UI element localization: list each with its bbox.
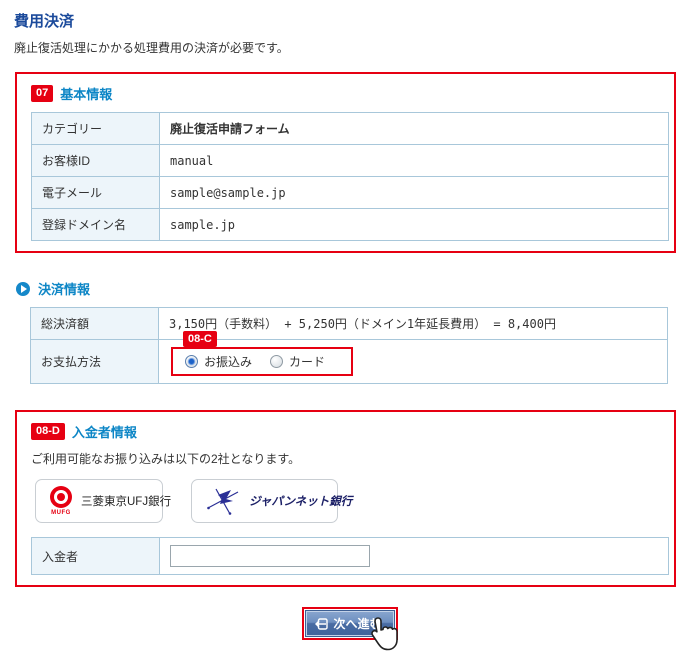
footer-actions: 次へ進む [0,607,700,640]
payer-info-section: 08-D 入金者情報 ご利用可能なお振り込みは以下の2社となります。 MUFG … [15,410,676,587]
row-label: 入金者 [32,538,160,575]
page-title: 費用決済 [14,10,700,31]
bank-card-mufg: MUFG 三菱東京UFJ銀行 [35,479,163,523]
step-badge-07: 07 [31,85,53,101]
table-row: 総決済額 3,150円（手数料） + 5,250円（ドメイン1年延長費用） = … [31,308,668,340]
radio-option-card[interactable]: カード [270,353,325,370]
payment-method-cell: 08-C お振込み カード [159,340,668,384]
step-badge-08d: 08-D [31,423,65,439]
bank-name: ジャパンネット銀行 [249,493,352,509]
mufg-ring-icon [50,486,72,508]
hand-cursor-icon [369,616,399,652]
payer-info-title: 入金者情報 [72,422,137,441]
basic-info-title: 基本情報 [60,84,112,103]
payer-name-input[interactable] [170,545,370,567]
basic-info-header: 07 基本情報 [31,84,662,103]
payment-info-table: 総決済額 3,150円（手数料） + 5,250円（ドメイン1年延長費用） = … [30,307,668,384]
table-row: 登録ドメイン名 sample.jp [32,209,669,241]
payer-info-header: 08-D 入金者情報 [31,422,662,441]
table-row: お支払方法 08-C お振込み カード [31,340,668,384]
radio-label: お振込み [204,353,252,370]
next-arrow-icon [314,618,328,630]
bank-logo-list: MUFG 三菱東京UFJ銀行 ジャパンネット銀行 [35,479,662,523]
payment-info-title: 決済情報 [38,279,90,298]
table-row: 電子メール sample@sample.jp [32,177,669,209]
step-badge-08c: 08-C [183,331,217,347]
section-arrow-icon [16,282,30,296]
row-value: 廃止復活申請フォーム [160,113,669,145]
payment-settlement-page: 費用決済 廃止復活処理にかかる処理費用の決済が必要です。 07 基本情報 カテゴ… [0,0,700,549]
japan-net-bank-logo [206,486,240,516]
basic-info-table: カテゴリー 廃止復活申請フォーム お客様ID manual 電子メール samp… [31,112,669,241]
radio-button-unchecked[interactable] [270,355,283,368]
payer-input-cell [160,538,669,575]
basic-info-section: 07 基本情報 カテゴリー 廃止復活申請フォーム お客様ID manual 電子… [15,72,676,253]
row-label: 電子メール [32,177,160,209]
radio-option-bank-transfer[interactable]: お振込み [185,353,252,370]
table-row: お客様ID manual [32,145,669,177]
bank-card-japan-net-bank: ジャパンネット銀行 [191,479,338,523]
payer-table: 入金者 [31,537,669,575]
mufg-logo: MUFG [50,486,72,516]
payment-method-highlight-box: お振込み カード [171,347,353,376]
total-settlement-value: 3,150円（手数料） + 5,250円（ドメイン1年延長費用） = 8,400… [159,308,668,340]
radio-label: カード [289,353,325,370]
row-label: お客様ID [32,145,160,177]
payment-info-header: 決済情報 [16,279,700,298]
available-banks-note: ご利用可能なお振り込みは以下の2社となります。 [31,450,662,467]
table-row: 入金者 [32,538,669,575]
payment-method-options: 08-C お振込み カード [171,347,353,376]
row-label: 登録ドメイン名 [32,209,160,241]
row-label: カテゴリー [32,113,160,145]
row-label: 総決済額 [31,308,159,340]
mufg-wordmark: MUFG [51,510,71,516]
row-value: sample.jp [160,209,669,241]
row-value: sample@sample.jp [160,177,669,209]
row-value: manual [160,145,669,177]
table-row: カテゴリー 廃止復活申請フォーム [32,113,669,145]
row-label: お支払方法 [31,340,159,384]
bank-name: 三菱東京UFJ銀行 [81,493,171,509]
radio-button-checked[interactable] [185,355,198,368]
page-subtitle: 廃止復活処理にかかる処理費用の決済が必要です。 [14,39,700,56]
